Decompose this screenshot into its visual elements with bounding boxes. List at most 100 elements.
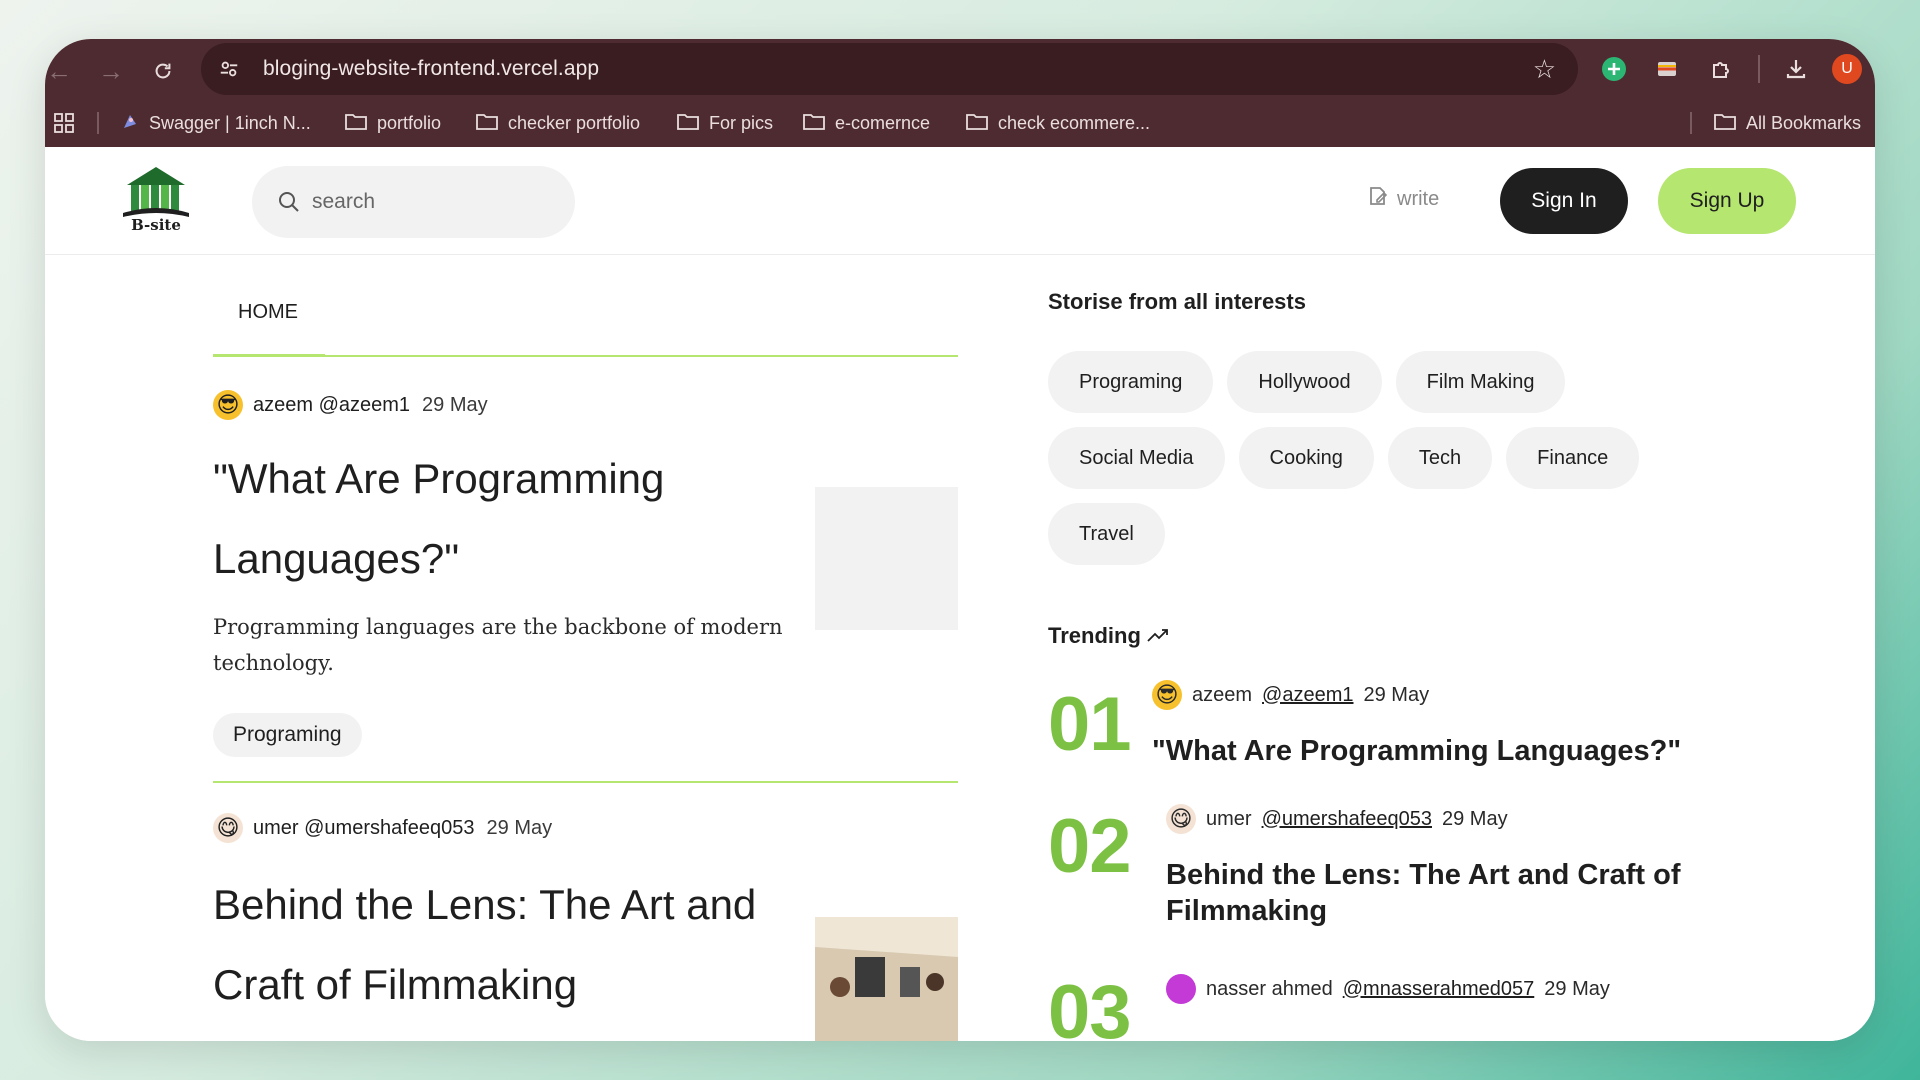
bookmarks-bar: Swagger | 1inch N... portfolio checker p… xyxy=(45,99,1875,147)
bookmark-e-comernce[interactable]: e-comernce xyxy=(803,99,930,147)
bookmark-label: portfolio xyxy=(377,112,442,133)
write-label: write xyxy=(1397,187,1440,210)
apps-grid-icon[interactable] xyxy=(53,99,75,147)
interest-chip[interactable]: Film Making xyxy=(1395,351,1566,413)
trending-rank: 03 xyxy=(1048,970,1132,1042)
bookmarks-divider xyxy=(1690,112,1692,134)
bookmark-star-icon[interactable]: ☆ xyxy=(1533,53,1556,85)
sidebar: Storise from all interests Programing Ho… xyxy=(1048,255,1768,1041)
search-bar[interactable] xyxy=(252,166,575,238)
interest-chip[interactable]: Social Media xyxy=(1048,427,1225,489)
interest-chip[interactable]: Cooking xyxy=(1238,427,1374,489)
toolbar-divider xyxy=(1758,55,1760,83)
svg-text:B-site: B-site xyxy=(131,216,181,233)
bookmark-check-ecommere[interactable]: check ecommere... xyxy=(966,99,1150,147)
interest-chips: Programing Hollywood Film Making Social … xyxy=(1048,351,1688,565)
site-info-icon[interactable] xyxy=(209,49,249,89)
post-card[interactable]: 😋 umer @umershafeeq053 29 May Behind the… xyxy=(213,783,958,1041)
download-icon[interactable] xyxy=(1774,47,1818,91)
sign-up-button[interactable]: Sign Up xyxy=(1658,168,1796,234)
profile-avatar[interactable]: U xyxy=(1825,47,1869,91)
web-page: B-site write Sign In Sign Up HOME xyxy=(45,147,1875,1041)
bookmark-for-pics[interactable]: For pics xyxy=(677,99,773,147)
site-logo[interactable]: B-site xyxy=(117,163,195,234)
folder-icon xyxy=(677,112,699,135)
tab-home[interactable]: HOME xyxy=(213,291,325,357)
bookmark-swagger[interactable]: Swagger | 1inch N... xyxy=(121,99,311,147)
folder-icon xyxy=(803,112,825,135)
bookmark-checker-portfolio[interactable]: checker portfolio xyxy=(476,99,640,147)
bookmark-label: checker portfolio xyxy=(508,112,641,133)
all-bookmarks[interactable]: All Bookmarks xyxy=(1714,99,1861,147)
interest-chip[interactable]: Hollywood xyxy=(1227,351,1382,413)
trending-item[interactable]: 03 nasser ahmed @mnasserahmed057 29 May xyxy=(1048,970,1768,1042)
reload-icon[interactable] xyxy=(141,49,185,93)
interest-chip[interactable]: Travel xyxy=(1048,503,1165,565)
avatar: 😎 xyxy=(213,390,243,420)
search-input[interactable] xyxy=(312,190,552,214)
forward-icon[interactable]: → xyxy=(89,49,133,93)
trending-author: 😎 azeem @azeem1 29 May xyxy=(1152,679,1712,711)
menu-kebab-icon[interactable] xyxy=(1871,47,1875,91)
extensions-puzzle-icon[interactable] xyxy=(1699,47,1743,91)
author-name[interactable]: azeem @azeem1 xyxy=(253,394,410,417)
bookmark-portfolio[interactable]: portfolio xyxy=(345,99,441,147)
author-name: nasser ahmed xyxy=(1206,977,1333,1000)
post-title[interactable]: "What Are Programming Languages?" xyxy=(213,439,793,599)
site-header: B-site write Sign In Sign Up xyxy=(45,147,1875,255)
trending-title[interactable]: "What Are Programming Languages?" xyxy=(1152,733,1712,769)
post-date: 29 May xyxy=(422,393,488,416)
extension-color-icon[interactable] xyxy=(1645,47,1689,91)
profile-initial: U xyxy=(1832,54,1862,84)
trending-rank: 01 xyxy=(1048,682,1132,767)
folder-icon xyxy=(966,112,988,135)
interest-chip[interactable]: Tech xyxy=(1387,427,1493,489)
interest-chip[interactable]: Programing xyxy=(1048,351,1214,413)
trending-label: Trending xyxy=(1048,623,1141,648)
author-handle-link[interactable]: @azeem1 xyxy=(1262,684,1353,707)
trending-author: 😋 umer @umershafeeq053 29 May xyxy=(1166,803,1706,835)
back-icon[interactable]: ← xyxy=(45,49,81,93)
post-date: 29 May xyxy=(1442,807,1508,830)
trending-item[interactable]: 01 😎 azeem @azeem1 29 May "What Are Prog… xyxy=(1048,679,1768,769)
bookmark-label: Swagger | 1inch N... xyxy=(149,112,311,133)
post-card[interactable]: 😎 azeem @azeem1 29 May "What Are Program… xyxy=(213,357,958,783)
bookmark-label: e-comernce xyxy=(835,112,931,133)
trending-item[interactable]: 02 😋 umer @umershafeeq053 29 May Behind … xyxy=(1048,803,1768,929)
trending-author: nasser ahmed @mnasserahmed057 29 May xyxy=(1166,973,1610,1005)
trending-up-icon xyxy=(1147,623,1169,649)
author-name: umer xyxy=(1206,807,1252,830)
browser-window: ← → bloging-website-frontend.vercel.app … xyxy=(45,39,1875,1041)
address-bar[interactable]: bloging-website-frontend.vercel.app ☆ xyxy=(201,43,1578,95)
avatar: 😋 xyxy=(1166,804,1196,834)
trending-heading: Trending xyxy=(1048,623,1768,649)
unicorn-favicon-icon xyxy=(121,112,139,135)
author-name: azeem xyxy=(1192,683,1253,706)
url-text[interactable]: bloging-website-frontend.vercel.app xyxy=(263,57,599,81)
write-button[interactable]: write xyxy=(1367,185,1439,213)
bookmark-label: check ecommere... xyxy=(998,112,1151,133)
folder-icon xyxy=(345,112,367,135)
pen-note-icon xyxy=(1367,185,1389,213)
bookmarks-divider xyxy=(97,112,99,134)
post-author[interactable]: 😋 umer @umershafeeq053 29 May xyxy=(213,783,958,849)
post-date: 29 May xyxy=(1544,977,1610,1000)
folder-icon xyxy=(1714,112,1736,135)
post-author[interactable]: 😎 azeem @azeem1 29 May xyxy=(213,357,958,423)
post-date: 29 May xyxy=(1363,683,1430,706)
post-description: Programming languages are the backbone o… xyxy=(213,615,783,675)
trending-title[interactable]: Behind the Lens: The Art and Craft of Fi… xyxy=(1166,857,1706,929)
post-tag[interactable]: Programing xyxy=(213,713,362,757)
post-thumbnail[interactable] xyxy=(815,917,958,1041)
sign-in-button[interactable]: Sign In xyxy=(1500,168,1628,234)
search-icon xyxy=(274,187,304,217)
trending-rank: 02 xyxy=(1048,804,1132,889)
post-title[interactable]: Behind the Lens: The Art and Craft of Fi… xyxy=(213,865,793,1025)
post-thumbnail[interactable] xyxy=(815,487,958,630)
author-handle-link[interactable]: @umershafeeq053 xyxy=(1262,808,1432,831)
extension-plus-icon[interactable] xyxy=(1592,47,1636,91)
all-bookmarks-label: All Bookmarks xyxy=(1746,112,1862,133)
author-name[interactable]: umer @umershafeeq053 xyxy=(253,817,475,840)
interest-chip[interactable]: Finance xyxy=(1506,427,1640,489)
author-handle-link[interactable]: @mnasserahmed057 xyxy=(1343,978,1535,1001)
